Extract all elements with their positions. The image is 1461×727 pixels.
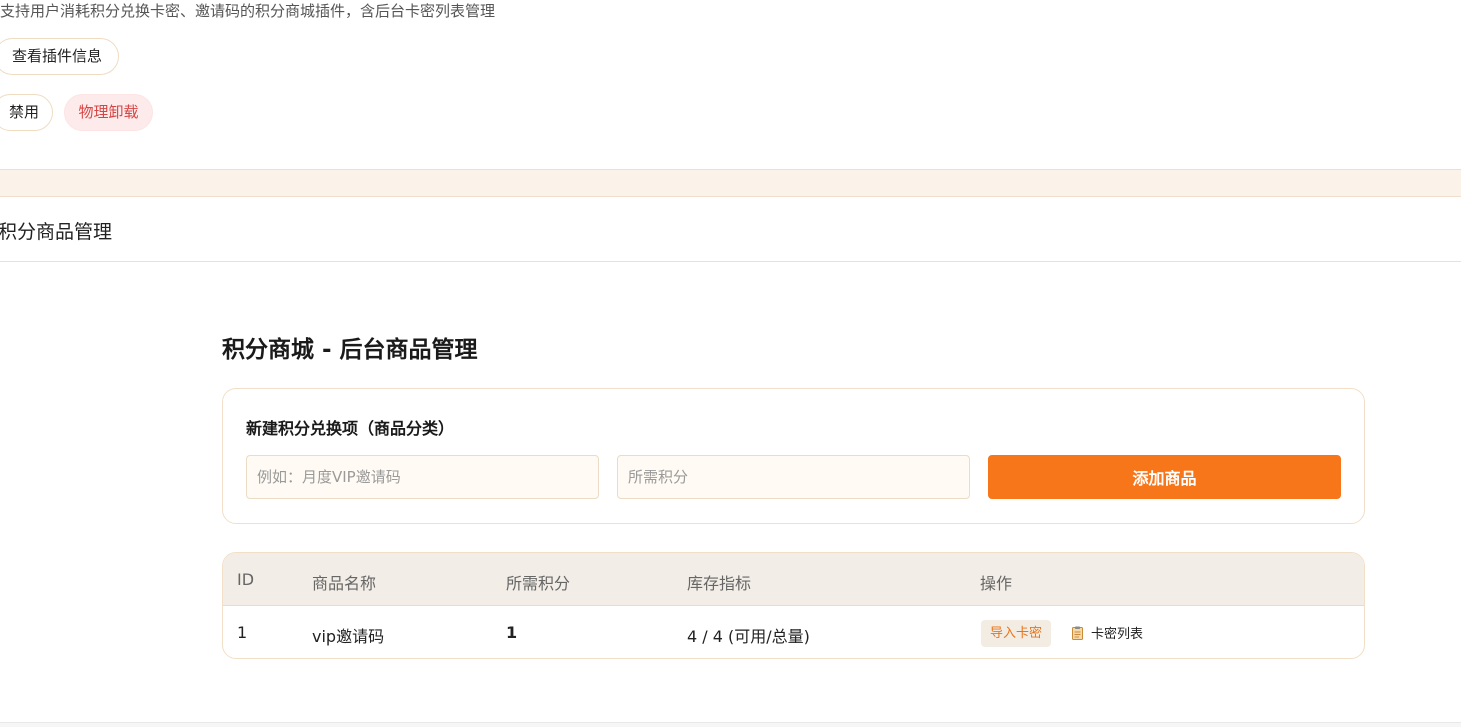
plugin-description: 支持用户消耗积分兑换卡密、邀请码的积分商城插件，含后台卡密列表管理	[0, 2, 496, 20]
divider-strip	[0, 169, 1461, 197]
row-id: 1	[237, 623, 248, 642]
items-table: ID 商品名称 所需积分 库存指标 操作 1 vip邀请码 1 4 / 4 (可…	[222, 552, 1365, 659]
header-id: ID	[237, 570, 255, 589]
row-stock: 4 / 4 (可用/总量)	[687, 627, 810, 646]
card-list-label: 卡密列表	[1091, 627, 1144, 642]
table-row: 1 vip邀请码 1 4 / 4 (可用/总量) 导入卡密 卡密列表	[223, 606, 1364, 658]
new-item-form-card: 新建积分兑换项（商品分类） 添加商品	[222, 388, 1365, 524]
header-points: 所需积分	[506, 574, 571, 593]
form-title: 新建积分兑换项（商品分类）	[246, 419, 455, 438]
header-stock: 库存指标	[687, 574, 752, 593]
required-points-input[interactable]	[617, 455, 970, 499]
header-actions: 操作	[980, 574, 1013, 593]
row-name: vip邀请码	[312, 627, 385, 646]
bottom-divider	[0, 722, 1461, 727]
card-list-link[interactable]: 卡密列表	[1072, 623, 1143, 642]
item-name-input[interactable]	[246, 455, 599, 499]
header-name: 商品名称	[312, 574, 377, 593]
add-item-button[interactable]: 添加商品	[988, 455, 1341, 499]
disable-button[interactable]: 禁用	[0, 94, 53, 131]
section-header: 积分商品管理	[0, 197, 1461, 262]
section-title: 积分商品管理	[0, 221, 113, 243]
row-points: 1	[506, 623, 518, 642]
clipboard-icon	[1072, 626, 1083, 640]
table-header: ID 商品名称 所需积分 库存指标 操作	[223, 553, 1364, 606]
page-title: 积分商城 - 后台商品管理	[222, 337, 478, 363]
uninstall-button[interactable]: 物理卸载	[64, 94, 153, 131]
import-cards-button[interactable]: 导入卡密	[981, 620, 1052, 647]
view-plugin-info-button[interactable]: 查看插件信息	[0, 38, 119, 75]
